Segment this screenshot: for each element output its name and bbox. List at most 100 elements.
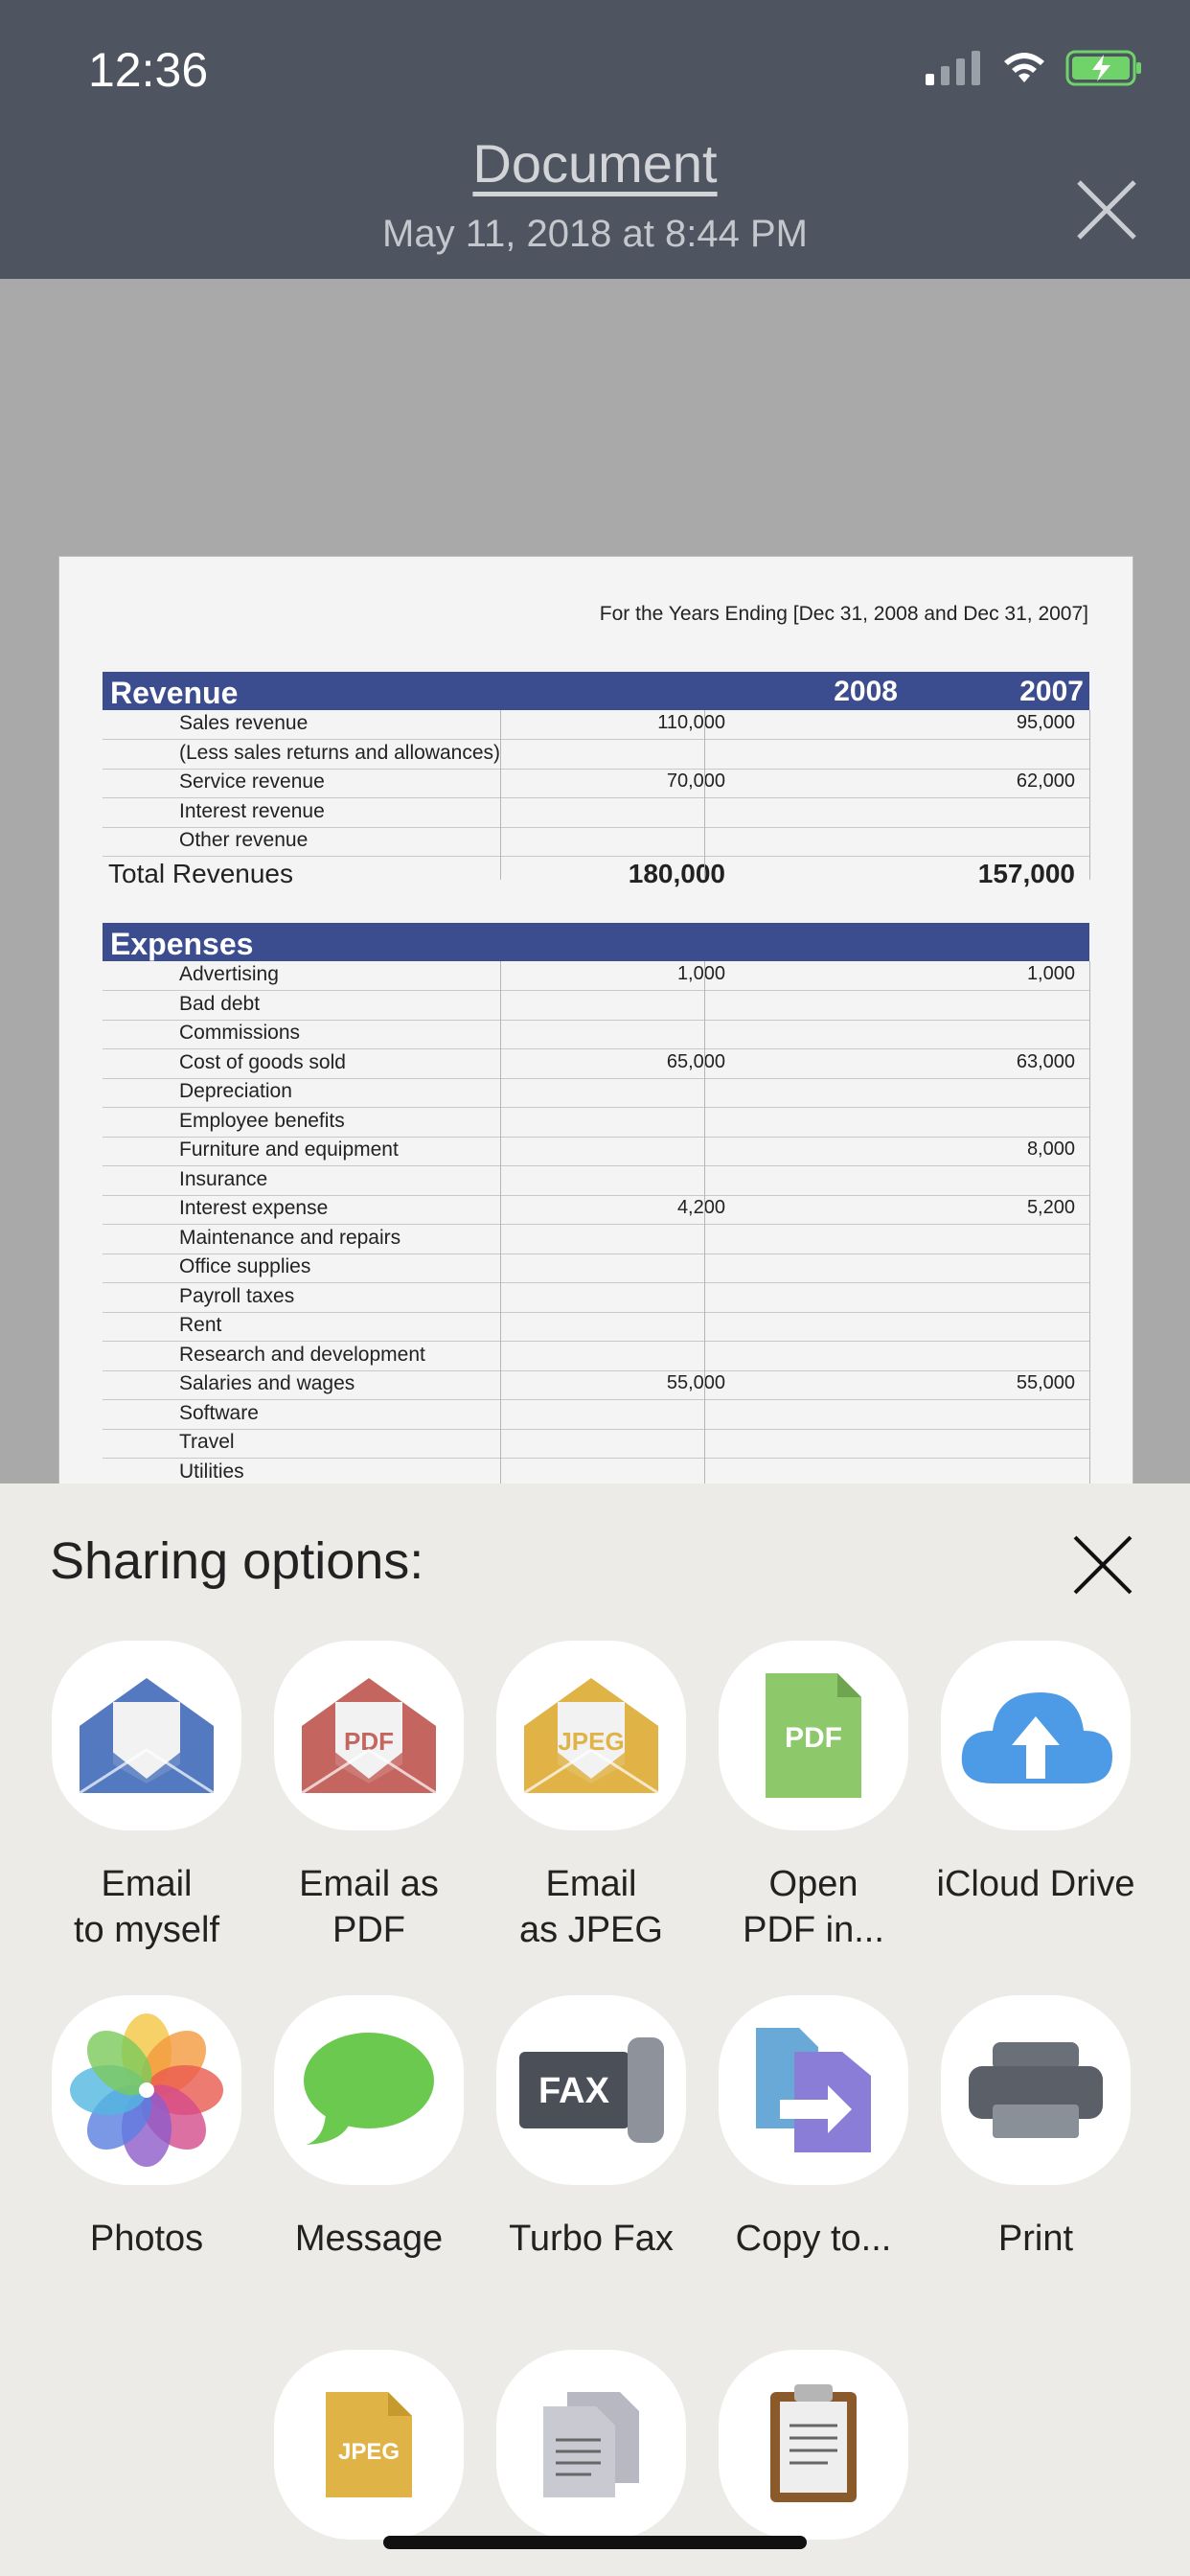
row-label: Employee benefits (179, 1109, 345, 1132)
close-sheet-icon[interactable] (1071, 1533, 1134, 1597)
sharing-sheet: Sharing options: Email to myself PDF Email… (0, 1484, 1190, 2576)
row-value: 1,000 (1026, 963, 1075, 984)
envelope-jpeg-icon[interactable]: JPEG (496, 1641, 686, 1830)
table-column-line (1089, 961, 1090, 1484)
envelope-pdf-icon[interactable]: PDF (274, 1641, 464, 1830)
share-option-photos[interactable]: Photos (35, 1995, 258, 2262)
clipboard-icon[interactable] (719, 2350, 908, 2540)
table-column-line (704, 961, 705, 1484)
row-label: Other revenue (179, 829, 309, 851)
row-label: Travel (179, 1431, 235, 1453)
row-value: 4,200 (676, 1197, 725, 1218)
header-bar: 12:36 Document May 11, 2018 at 8:44 PM (0, 0, 1190, 279)
home-indicator (383, 2536, 807, 2549)
row-value: 70,000 (666, 770, 725, 792)
total-revenues-row: Total Revenues 180,000 157,000 (103, 857, 1089, 888)
row-label: Commissions (179, 1022, 301, 1044)
scanned-page: For the Years Ending [Dec 31, 2008 and D… (59, 557, 1133, 1484)
share-option-label: Copy to... (735, 2219, 892, 2259)
table-row: (Less sales returns and allowances) (103, 740, 1089, 770)
row-label: Service revenue (179, 770, 325, 793)
share-option-icloud-upload[interactable]: iCloud Drive (925, 1641, 1147, 1907)
table-column-line (500, 961, 501, 1484)
share-option-documents[interactable] (480, 2350, 702, 2540)
table-row: Interest expense 4,200 5,200 (103, 1195, 1089, 1225)
share-option-clipboard[interactable] (702, 2350, 925, 2540)
battery-charging-icon (1065, 50, 1141, 86)
sheet-title: Sharing options: (50, 1532, 424, 1590)
row-label: Furniture and equipment (179, 1138, 399, 1161)
document-caption: For the Years Ending [Dec 31, 2008 and D… (599, 603, 1088, 625)
fax-icon[interactable]: FAX (496, 1995, 686, 2185)
share-option-fax[interactable]: FAX Turbo Fax (480, 1995, 702, 2262)
row-label: Payroll taxes (179, 1284, 295, 1307)
table-row: Bad debt (103, 991, 1089, 1021)
share-option-pdf-file[interactable]: PDF Open PDF in... (702, 1641, 925, 1953)
pdf-file-icon[interactable]: PDF (719, 1641, 908, 1830)
close-icon[interactable] (1073, 176, 1140, 243)
share-option-label: iCloud Drive (936, 1864, 1135, 1904)
document-date: May 11, 2018 at 8:44 PM (382, 213, 808, 255)
row-value: 110,000 (657, 712, 725, 733)
svg-text:JPEG: JPEG (338, 2439, 400, 2465)
row-label: Software (179, 1401, 259, 1424)
share-option-printer[interactable]: Print (925, 1995, 1147, 2262)
row-value: 8,000 (1026, 1138, 1075, 1160)
year-2007-header: 2007 (1019, 676, 1084, 707)
document-title[interactable]: Document (0, 132, 1190, 195)
envelope-blue-icon[interactable] (52, 1641, 241, 1830)
row-label: Maintenance and repairs (179, 1226, 401, 1249)
year-2008-header: 2008 (834, 676, 898, 707)
message-bubble-icon[interactable] (274, 1995, 464, 2185)
documents-icon[interactable] (496, 2350, 686, 2540)
copy-to-icon[interactable] (719, 1995, 908, 2185)
row-label: Interest expense (179, 1197, 329, 1219)
row-label: Utilities (179, 1460, 244, 1483)
row-label: Interest revenue (179, 799, 325, 822)
share-option-envelope-jpeg[interactable]: JPEG Email as JPEG (480, 1641, 702, 1953)
total-revenues-label: Total Revenues (108, 859, 294, 888)
share-option-envelope-pdf[interactable]: PDF Email as PDF (258, 1641, 480, 1953)
table-row: Employee benefits (103, 1108, 1089, 1138)
row-value: 62,000 (1016, 770, 1075, 792)
table-row: Utilities (103, 1459, 1089, 1484)
share-option-label: Open PDF in... (743, 1864, 884, 1950)
table-row: Office supplies (103, 1254, 1089, 1283)
svg-text:FAX: FAX (538, 2071, 610, 2111)
share-option-label: Message (294, 2219, 444, 2259)
photos-icon[interactable] (52, 1995, 241, 2185)
share-option-message-bubble[interactable]: Message (258, 1995, 480, 2262)
table-row: Advertising 1,000 1,000 (103, 961, 1089, 991)
table-row: Salaries and wages 55,000 55,000 (103, 1370, 1089, 1400)
share-option-jpeg-file[interactable]: JPEG (258, 2350, 480, 2540)
row-value: 65,000 (666, 1050, 725, 1072)
share-option-label: Email to myself (73, 1864, 220, 1950)
share-option-envelope-blue[interactable]: Email to myself (35, 1641, 258, 1953)
row-value: 95,000 (1016, 712, 1075, 733)
icloud-upload-icon[interactable] (941, 1641, 1131, 1830)
share-option-label: Email as JPEG (519, 1864, 663, 1950)
table-row: Software (103, 1400, 1089, 1430)
row-label: Research and development (179, 1343, 425, 1366)
table-column-line (1089, 710, 1090, 880)
row-label: Sales revenue (179, 712, 309, 734)
table-row: Payroll taxes (103, 1283, 1089, 1313)
revenue-header: Revenue 2008 2007 (103, 672, 1089, 710)
status-time: 12:36 (88, 43, 209, 97)
document-preview[interactable]: For the Years Ending [Dec 31, 2008 and D… (0, 279, 1190, 1484)
table-column-line (500, 710, 501, 880)
share-option-copy-to[interactable]: Copy to... (702, 1995, 925, 2262)
share-option-label: Email as PDF (299, 1864, 439, 1950)
table-row: Research and development (103, 1342, 1089, 1371)
table-row: Insurance (103, 1166, 1089, 1196)
status-icons (926, 50, 1144, 86)
table-row: Other revenue (103, 827, 1089, 857)
printer-icon[interactable] (941, 1995, 1131, 2185)
row-value: 55,000 (666, 1372, 725, 1393)
total-revenues-2008: 180,000 (628, 859, 725, 888)
table-row: Cost of goods sold 65,000 63,000 (103, 1049, 1089, 1079)
expenses-header-label: Expenses (110, 927, 254, 961)
row-value: 63,000 (1016, 1050, 1075, 1072)
expenses-header: Expenses (103, 923, 1089, 961)
jpeg-file-icon[interactable]: JPEG (274, 2350, 464, 2540)
